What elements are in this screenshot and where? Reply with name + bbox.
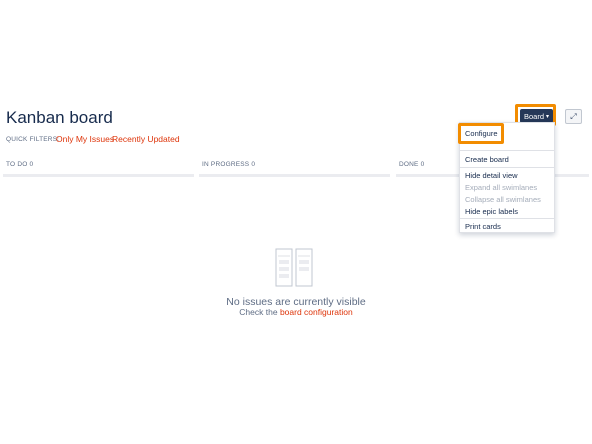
- menu-item-print-cards[interactable]: Print cards: [465, 222, 501, 231]
- column-name: DONE: [399, 161, 419, 168]
- column-count: 0: [420, 161, 425, 168]
- menu-divider: [460, 150, 554, 151]
- empty-state-hint-prefix: Check the: [239, 307, 278, 317]
- expand-icon: ⤢: [570, 111, 577, 121]
- menu-item-hide-epic-labels[interactable]: Hide epic labels: [465, 207, 518, 216]
- empty-board-icon: [275, 248, 315, 293]
- column-name: IN PROGRESS: [202, 161, 250, 168]
- quick-filter-only-my-issues[interactable]: Only My Issues: [56, 134, 114, 144]
- menu-divider: [460, 218, 554, 219]
- column-divider-todo: [3, 174, 194, 177]
- column-count: 0: [29, 161, 34, 168]
- column-header-todo: TO DO 0: [6, 161, 33, 168]
- quick-filters-label: QUICK FILTERS:: [6, 136, 60, 143]
- column-name: TO DO: [6, 161, 28, 168]
- board-configuration-link[interactable]: board configuration: [280, 307, 353, 317]
- column-divider-in-progress: [199, 174, 390, 177]
- chevron-down-icon: ▾: [546, 113, 550, 120]
- board-menu-button[interactable]: Board ▾: [520, 109, 553, 123]
- column-header-in-progress: IN PROGRESS 0: [202, 161, 255, 168]
- column-count: 0: [251, 161, 256, 168]
- menu-item-expand-all-swimlanes: Expand all swimlanes: [465, 183, 538, 192]
- column-header-done: DONE 0: [399, 161, 424, 168]
- menu-divider: [460, 167, 554, 168]
- board-button-label: Board: [523, 111, 544, 121]
- configure-highlight: [458, 123, 504, 144]
- menu-item-create-board[interactable]: Create board: [465, 155, 509, 164]
- page-title: Kanban board: [6, 108, 113, 127]
- quick-filter-recently-updated[interactable]: Recently Updated: [112, 134, 180, 144]
- menu-item-hide-detail-view[interactable]: Hide detail view: [465, 171, 518, 180]
- empty-state-hint: Check the board configuration: [0, 307, 592, 317]
- menu-item-collapse-all-swimlanes: Collapse all swimlanes: [465, 195, 541, 204]
- expand-button[interactable]: ⤢: [565, 109, 582, 124]
